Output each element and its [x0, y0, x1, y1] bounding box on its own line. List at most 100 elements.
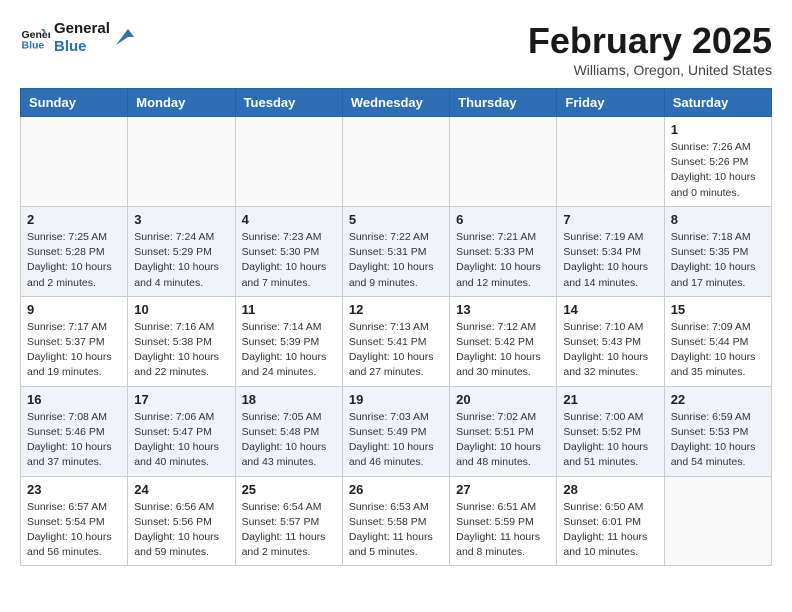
day-number: 22	[671, 392, 765, 407]
calendar-week-row: 16 Sunrise: 7:08 AMSunset: 5:46 PMDayligh…	[21, 386, 772, 476]
day-number: 2	[27, 212, 121, 227]
day-number: 9	[27, 302, 121, 317]
calendar-cell: 26 Sunrise: 6:53 AMSunset: 5:58 PMDayligh…	[342, 476, 449, 566]
day-number: 24	[134, 482, 228, 497]
day-number: 4	[242, 212, 336, 227]
weekday-header-tuesday: Tuesday	[235, 89, 342, 117]
day-info: Sunrise: 7:17 AMSunset: 5:37 PMDaylight:…	[27, 320, 121, 381]
weekday-header-friday: Friday	[557, 89, 664, 117]
logo-blue: Blue	[54, 38, 110, 56]
day-info: Sunrise: 7:12 AMSunset: 5:42 PMDaylight:…	[456, 320, 550, 381]
day-number: 16	[27, 392, 121, 407]
day-number: 25	[242, 482, 336, 497]
calendar-table: SundayMondayTuesdayWednesdayThursdayFrid…	[20, 88, 772, 566]
day-info: Sunrise: 7:22 AMSunset: 5:31 PMDaylight:…	[349, 230, 443, 291]
day-info: Sunrise: 6:53 AMSunset: 5:58 PMDaylight:…	[349, 500, 443, 561]
day-number: 3	[134, 212, 228, 227]
day-number: 10	[134, 302, 228, 317]
calendar-cell	[342, 117, 449, 207]
calendar-cell: 5Sunrise: 7:22 AMSunset: 5:31 PMDaylight…	[342, 206, 449, 296]
day-info: Sunrise: 7:13 AMSunset: 5:41 PMDaylight:…	[349, 320, 443, 381]
calendar-cell: 15 Sunrise: 7:09 AMSunset: 5:44 PMDayligh…	[664, 296, 771, 386]
calendar-cell: 22 Sunrise: 6:59 AMSunset: 5:53 PMDayligh…	[664, 386, 771, 476]
day-info: Sunrise: 6:50 AMSunset: 6:01 PMDaylight:…	[563, 500, 657, 561]
calendar-cell	[664, 476, 771, 566]
calendar-cell	[557, 117, 664, 207]
day-number: 26	[349, 482, 443, 497]
day-info: Sunrise: 7:23 AMSunset: 5:30 PMDaylight:…	[242, 230, 336, 291]
weekday-header-wednesday: Wednesday	[342, 89, 449, 117]
weekday-header-sunday: Sunday	[21, 89, 128, 117]
day-info: Sunrise: 7:14 AMSunset: 5:39 PMDaylight:…	[242, 320, 336, 381]
weekday-header-saturday: Saturday	[664, 89, 771, 117]
calendar-cell: 12 Sunrise: 7:13 AMSunset: 5:41 PMDayligh…	[342, 296, 449, 386]
calendar-week-row: 1 Sunrise: 7:26 AMSunset: 5:26 PMDaylight…	[21, 117, 772, 207]
calendar-cell: 14 Sunrise: 7:10 AMSunset: 5:43 PMDayligh…	[557, 296, 664, 386]
day-info: Sunrise: 6:57 AMSunset: 5:54 PMDaylight:…	[27, 500, 121, 561]
month-title: February 2025	[528, 20, 772, 62]
day-number: 1	[671, 122, 765, 137]
day-number: 7	[563, 212, 657, 227]
day-info: Sunrise: 6:51 AMSunset: 5:59 PMDaylight:…	[456, 500, 550, 561]
logo-general: General	[54, 20, 110, 38]
calendar-week-row: 2 Sunrise: 7:25 AMSunset: 5:28 PMDaylight…	[21, 206, 772, 296]
calendar-cell	[235, 117, 342, 207]
day-number: 19	[349, 392, 443, 407]
calendar-cell: 11 Sunrise: 7:14 AMSunset: 5:39 PMDayligh…	[235, 296, 342, 386]
calendar-cell	[450, 117, 557, 207]
calendar-cell: 27 Sunrise: 6:51 AMSunset: 5:59 PMDayligh…	[450, 476, 557, 566]
calendar-cell: 4 Sunrise: 7:23 AMSunset: 5:30 PMDaylight…	[235, 206, 342, 296]
day-info: Sunrise: 7:03 AMSunset: 5:49 PMDaylight:…	[349, 410, 443, 471]
day-number: 21	[563, 392, 657, 407]
calendar-week-row: 23 Sunrise: 6:57 AMSunset: 5:54 PMDayligh…	[21, 476, 772, 566]
day-info: Sunrise: 7:19 AMSunset: 5:34 PMDaylight:…	[563, 230, 657, 291]
calendar-cell: 3 Sunrise: 7:24 AMSunset: 5:29 PMDaylight…	[128, 206, 235, 296]
calendar-week-row: 9 Sunrise: 7:17 AMSunset: 5:37 PMDaylight…	[21, 296, 772, 386]
calendar-cell: 24Sunrise: 6:56 AMSunset: 5:56 PMDayligh…	[128, 476, 235, 566]
weekday-header-monday: Monday	[128, 89, 235, 117]
svg-text:Blue: Blue	[22, 40, 45, 52]
location: Williams, Oregon, United States	[528, 62, 772, 78]
title-area: February 2025 Williams, Oregon, United S…	[528, 20, 772, 78]
day-info: Sunrise: 7:25 AMSunset: 5:28 PMDaylight:…	[27, 230, 121, 291]
day-info: Sunrise: 7:21 AMSunset: 5:33 PMDaylight:…	[456, 230, 550, 291]
day-number: 12	[349, 302, 443, 317]
calendar-cell	[128, 117, 235, 207]
calendar-cell: 17 Sunrise: 7:06 AMSunset: 5:47 PMDayligh…	[128, 386, 235, 476]
day-info: Sunrise: 7:06 AMSunset: 5:47 PMDaylight:…	[134, 410, 228, 471]
day-number: 6	[456, 212, 550, 227]
calendar-cell: 20 Sunrise: 7:02 AMSunset: 5:51 PMDayligh…	[450, 386, 557, 476]
calendar-cell: 28Sunrise: 6:50 AMSunset: 6:01 PMDayligh…	[557, 476, 664, 566]
day-number: 17	[134, 392, 228, 407]
day-info: Sunrise: 7:09 AMSunset: 5:44 PMDaylight:…	[671, 320, 765, 381]
logo-icon: General Blue	[20, 23, 50, 53]
day-number: 15	[671, 302, 765, 317]
calendar-cell: 23 Sunrise: 6:57 AMSunset: 5:54 PMDayligh…	[21, 476, 128, 566]
calendar-cell: 2 Sunrise: 7:25 AMSunset: 5:28 PMDaylight…	[21, 206, 128, 296]
day-number: 18	[242, 392, 336, 407]
day-number: 20	[456, 392, 550, 407]
day-info: Sunrise: 6:59 AMSunset: 5:53 PMDaylight:…	[671, 410, 765, 471]
weekday-header-thursday: Thursday	[450, 89, 557, 117]
calendar-cell: 10 Sunrise: 7:16 AMSunset: 5:38 PMDayligh…	[128, 296, 235, 386]
calendar-cell: 9 Sunrise: 7:17 AMSunset: 5:37 PMDaylight…	[21, 296, 128, 386]
calendar-cell: 7 Sunrise: 7:19 AMSunset: 5:34 PMDaylight…	[557, 206, 664, 296]
day-number: 14	[563, 302, 657, 317]
day-info: Sunrise: 7:26 AMSunset: 5:26 PMDaylight:…	[671, 140, 765, 201]
day-info: Sunrise: 7:05 AMSunset: 5:48 PMDaylight:…	[242, 410, 336, 471]
day-number: 27	[456, 482, 550, 497]
day-info: Sunrise: 7:24 AMSunset: 5:29 PMDaylight:…	[134, 230, 228, 291]
day-info: Sunrise: 7:16 AMSunset: 5:38 PMDaylight:…	[134, 320, 228, 381]
day-number: 23	[27, 482, 121, 497]
day-info: Sunrise: 7:10 AMSunset: 5:43 PMDaylight:…	[563, 320, 657, 381]
day-info: Sunrise: 7:00 AMSunset: 5:52 PMDaylight:…	[563, 410, 657, 471]
day-number: 11	[242, 302, 336, 317]
calendar-cell: 19 Sunrise: 7:03 AMSunset: 5:49 PMDayligh…	[342, 386, 449, 476]
logo-arrow-icon	[114, 27, 136, 49]
day-info: Sunrise: 7:08 AMSunset: 5:46 PMDaylight:…	[27, 410, 121, 471]
calendar-cell: 21 Sunrise: 7:00 AMSunset: 5:52 PMDayligh…	[557, 386, 664, 476]
page-header: General Blue General Blue February 2025 …	[20, 20, 772, 78]
day-info: Sunrise: 7:02 AMSunset: 5:51 PMDaylight:…	[456, 410, 550, 471]
day-info: Sunrise: 7:18 AMSunset: 5:35 PMDaylight:…	[671, 230, 765, 291]
calendar-cell: 25Sunrise: 6:54 AMSunset: 5:57 PMDayligh…	[235, 476, 342, 566]
